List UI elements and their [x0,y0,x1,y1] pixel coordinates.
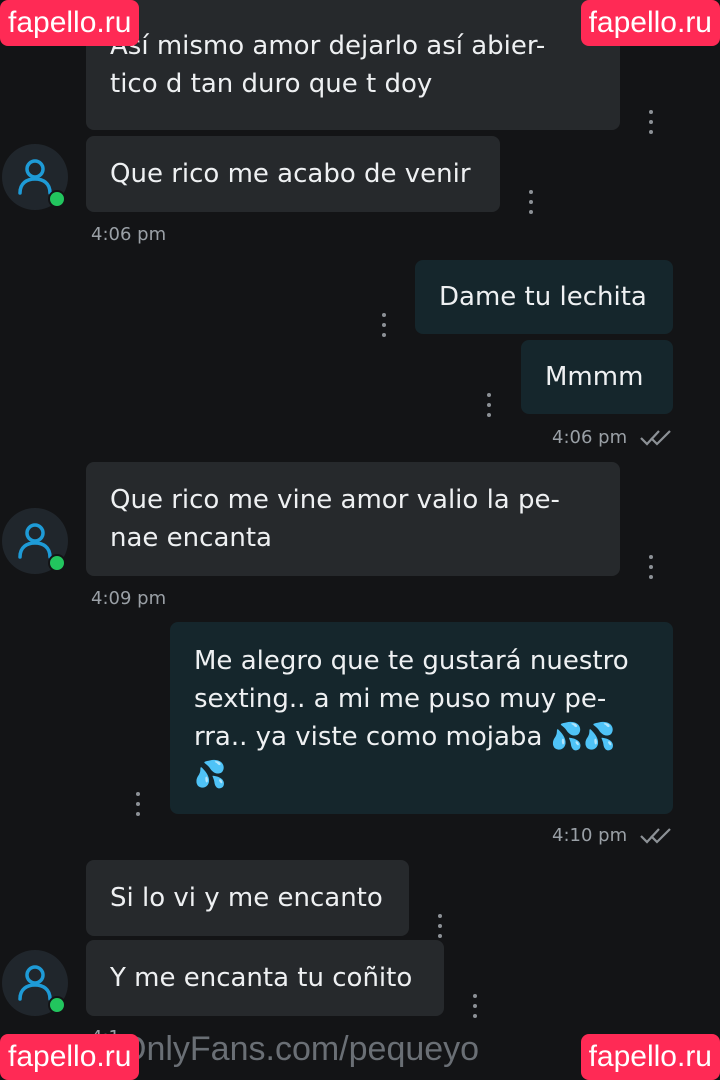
message-bubble-incoming[interactable]: Que rico me acabo de venir [86,136,500,212]
message-text: Y me encanta tu coñito [110,963,413,993]
message-bubble-incoming[interactable]: Si lo vi y me encanto [86,860,409,936]
message-text: Me alegro que te gustará nuestro sexting… [194,646,629,790]
online-status-dot [48,554,66,572]
online-status-dot [48,996,66,1014]
message-bubble-incoming[interactable]: Y me encanta tu coñito [86,940,444,1016]
message-bubble-incoming[interactable]: Así mismo amor dejarlo así abier- tico d… [86,0,620,130]
message-bubble-outgoing[interactable]: Me alegro que te gustará nuestro sexting… [170,622,673,814]
watermark-bottom-right: fapello.ru [580,1034,720,1080]
user-icon [18,965,52,1001]
watermark-bottom-left: fapello.ru [0,1034,140,1080]
user-icon [18,159,52,195]
message-text: Que rico me acabo de venir [110,159,471,189]
message-text: Mmmm [545,362,644,392]
message-text: Que rico me vine amor valio la pe- nae e… [110,485,560,553]
double-check-icon [640,430,671,446]
online-status-dot [48,190,66,208]
message-options-icon[interactable] [646,110,656,134]
message-options-icon[interactable] [470,994,480,1018]
message-bubble-outgoing[interactable]: Mmmm [521,340,673,414]
avatar[interactable] [2,508,68,574]
message-options-icon[interactable] [484,393,494,417]
watermark-top-left: fapello.ru [0,0,140,46]
message-bubble-incoming[interactable]: Que rico me vine amor valio la pe- nae e… [86,462,620,576]
avatar[interactable] [2,950,68,1016]
avatar[interactable] [2,144,68,210]
message-options-icon[interactable] [379,313,389,337]
message-text: Así mismo amor dejarlo así abier- tico d… [110,31,546,99]
double-check-icon [640,828,671,844]
message-options-icon[interactable] [646,555,656,579]
message-options-icon[interactable] [526,190,536,214]
watermark-top-right: fapello.ru [580,0,720,46]
timestamp-text: 4:10 pm [552,825,628,846]
message-text: Si lo vi y me encanto [110,883,383,913]
message-options-icon[interactable] [435,914,445,938]
timestamp-text: 4:06 pm [552,427,628,448]
footer-url-watermark: OnlyFans.com/pequeyo [120,1030,480,1068]
message-timestamp: 4:06 pm [552,427,673,448]
message-timestamp: 4:06 pm [91,224,167,245]
message-bubble-outgoing[interactable]: Dame tu lechita [415,260,673,334]
message-options-icon[interactable] [133,792,143,816]
message-timestamp: 4:09 pm [91,588,167,609]
user-icon [18,523,52,559]
message-timestamp: 4:10 pm [552,825,673,846]
message-text: Dame tu lechita [439,282,647,312]
